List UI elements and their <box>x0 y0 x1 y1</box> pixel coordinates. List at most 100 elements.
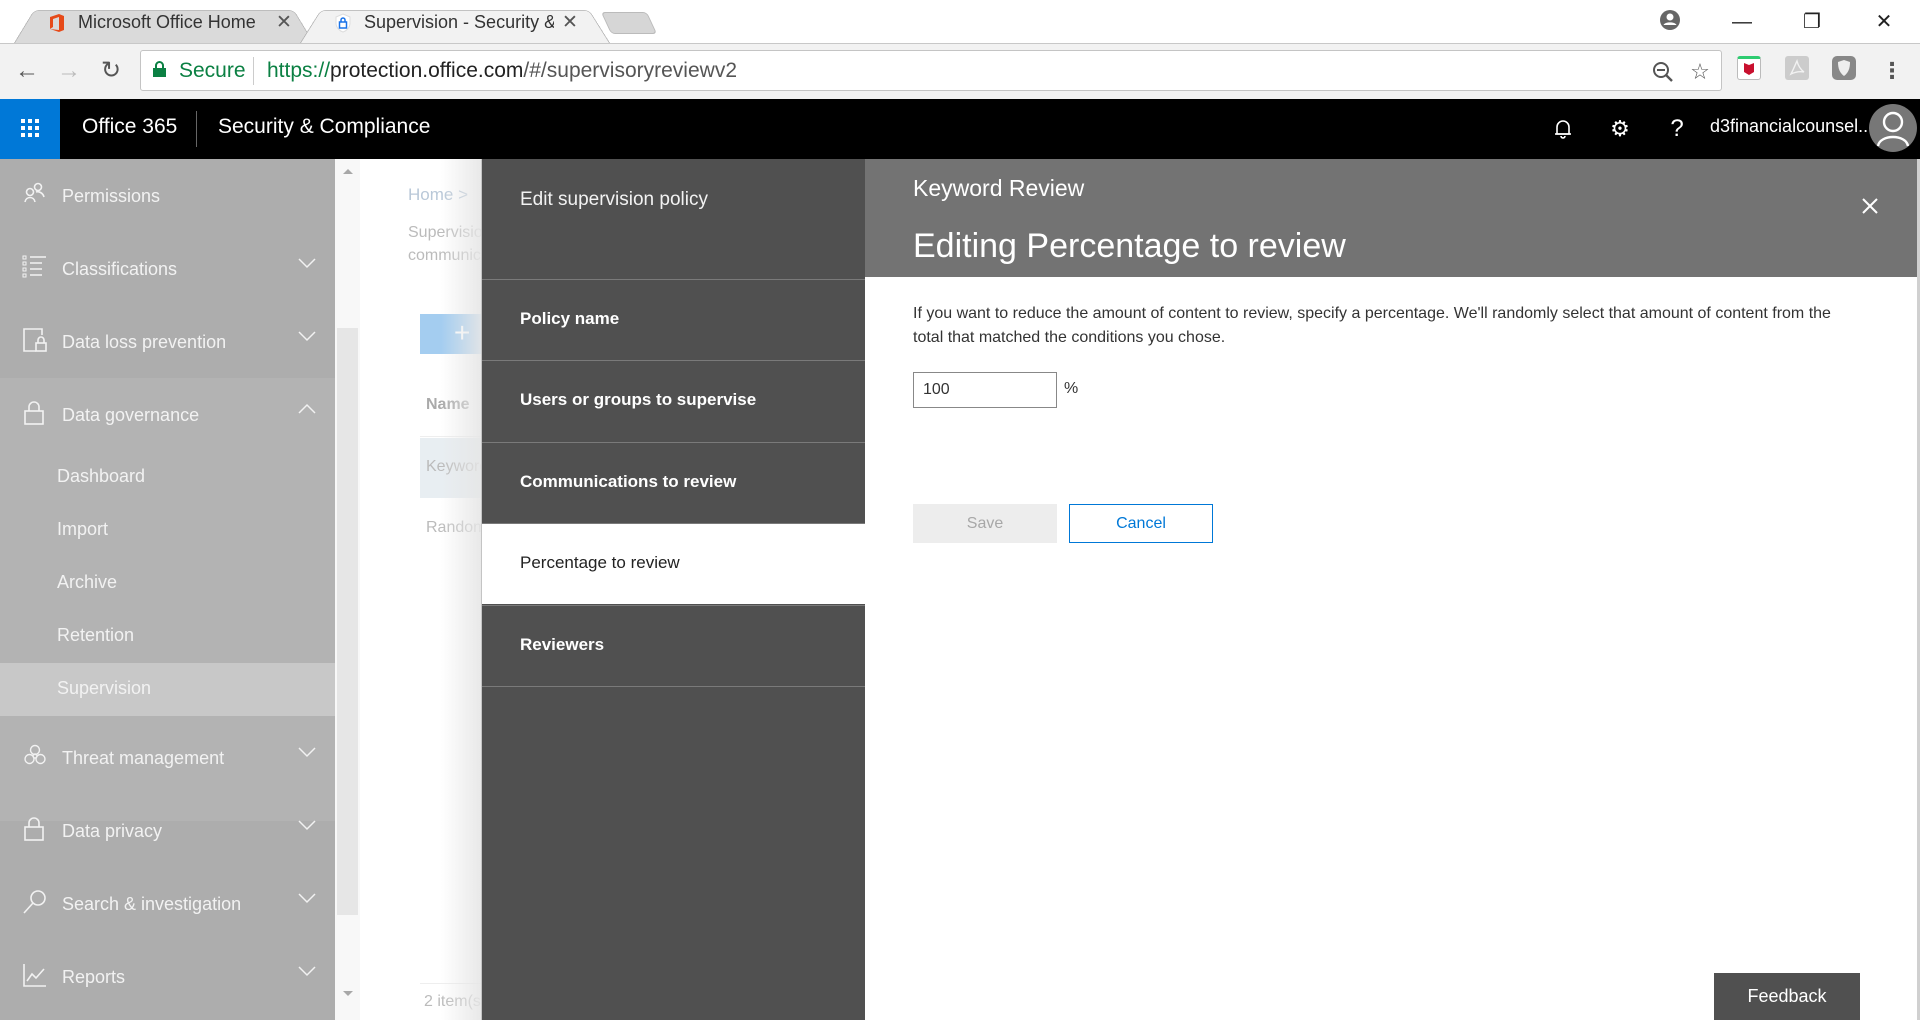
step-users-or-groups[interactable]: Users or groups to supervise <box>482 360 865 441</box>
secure-label: Secure <box>179 59 246 82</box>
chevron-down-icon <box>298 893 316 904</box>
biohazard-icon <box>24 744 46 765</box>
url-path: /#/supervisoryreviewv2 <box>523 59 738 82</box>
tab-title: Microsoft Office Home <box>78 12 256 32</box>
step-reviewers[interactable]: Reviewers <box>482 605 865 686</box>
mcafee-extension-icon[interactable] <box>1737 56 1761 80</box>
chevron-down-icon <box>298 331 316 342</box>
steps-divider <box>482 686 865 687</box>
forward-icon[interactable]: → <box>52 54 86 88</box>
address-bar[interactable]: Secure https://protection.office.com/#/s… <box>140 50 1722 91</box>
shield-extension-icon[interactable] <box>1832 56 1856 80</box>
step-percentage-to-review[interactable]: Percentage to review <box>482 523 865 604</box>
nav-label: Data privacy <box>62 821 163 841</box>
gear-icon: ⚙ <box>1610 116 1630 141</box>
panel-nav-title: Edit supervision policy <box>520 189 708 210</box>
nav-item-permissions[interactable]: Permissions <box>0 159 335 232</box>
nav-item-search-investigation[interactable]: Search & investigation <box>0 867 335 940</box>
new-tab-button[interactable] <box>600 12 658 34</box>
supervision-page-background: Home > Supervision communications + Name… <box>360 159 481 1020</box>
nav-subitem-supervision[interactable]: Supervision <box>0 663 335 716</box>
nav-subitem-dashboard[interactable]: Dashboard <box>0 451 335 504</box>
nav-item-reports[interactable]: Reports <box>0 940 335 1013</box>
restore-icon[interactable]: ❐ <box>1792 6 1832 38</box>
avatar[interactable] <box>1869 104 1917 152</box>
reload-icon[interactable]: ↻ <box>94 54 128 88</box>
nav-item-data-loss-prevention[interactable]: Data loss prevention <box>0 305 335 378</box>
nav-subitem-archive[interactable]: Archive <box>0 557 335 610</box>
step-label: Policy name <box>520 309 620 328</box>
nav-label: Search & investigation <box>62 894 242 914</box>
nav-subitem-import[interactable]: Import <box>0 504 335 557</box>
url-host: protection.office.com <box>330 59 524 82</box>
nav-subitem-retention[interactable]: Retention <box>0 610 335 663</box>
nav-sublabel: Retention <box>57 625 135 645</box>
nav-item-data-governance[interactable]: Data governance <box>0 378 335 451</box>
document-lock-icon <box>23 328 47 352</box>
list-icon <box>22 255 46 278</box>
step-label: Communications to review <box>520 472 737 491</box>
help-button[interactable]: ? <box>1657 111 1697 147</box>
nav-item-classifications[interactable]: Classifications <box>0 232 335 305</box>
nav-sublabel: Archive <box>57 572 118 592</box>
back-icon[interactable]: ← <box>10 54 44 88</box>
nav-label: Data governance <box>62 405 200 425</box>
panel-header: Keyword Review Editing Percentage to rev… <box>865 159 1917 277</box>
browser-tab-supervision[interactable]: Supervision - Security & Compliance ✕ <box>300 3 610 43</box>
chevron-down-icon <box>298 966 316 977</box>
office-logo-icon <box>50 14 64 32</box>
cancel-button[interactable]: Cancel <box>1069 504 1213 543</box>
app-launcher-icon <box>21 119 39 137</box>
scrollbar-thumb[interactable] <box>337 328 358 915</box>
acrobat-extension-icon[interactable] <box>1785 56 1809 80</box>
save-button[interactable]: Save <box>913 504 1057 543</box>
chevron-down-icon <box>298 747 316 758</box>
nav-label: Classifications <box>62 259 178 279</box>
secure-lock-icon <box>153 61 166 77</box>
window-close-icon[interactable]: ✕ <box>1864 6 1904 38</box>
policy-name-heading: Keyword Review <box>913 175 1085 201</box>
menu-dots-icon[interactable]: ⋮ <box>1875 54 1909 88</box>
panel-shadow <box>441 159 481 1020</box>
suite-title-link[interactable]: Security & Compliance <box>218 115 430 139</box>
nav-item-threat-management[interactable]: Threat management <box>0 721 335 794</box>
percent-sign: % <box>1064 380 1079 397</box>
tab-close-icon[interactable]: ✕ <box>276 11 292 34</box>
bookmark-star-icon[interactable]: ☆ <box>1685 57 1715 87</box>
help-icon: ? <box>1670 115 1684 142</box>
app-launcher-button[interactable] <box>0 99 60 159</box>
nav-item-data-privacy[interactable]: Data privacy <box>0 794 335 867</box>
step-communications-to-review[interactable]: Communications to review <box>482 442 865 523</box>
zoom-out-icon[interactable] <box>1648 57 1678 87</box>
minimize-icon[interactable]: — <box>1722 6 1762 38</box>
browser-tab-office-home[interactable]: Microsoft Office Home ✕ <box>14 3 314 43</box>
scroll-down-arrow-icon[interactable] <box>343 991 353 996</box>
office365-brand-link[interactable]: Office 365 <box>82 115 177 139</box>
edit-panel: Keyword Review Editing Percentage to rev… <box>865 159 1917 1020</box>
omnibox-divider <box>253 57 254 85</box>
percentage-input[interactable] <box>913 372 1057 408</box>
profile-icon[interactable] <box>1658 8 1682 32</box>
username-link[interactable]: d3financialcounsel... <box>1710 116 1873 137</box>
settings-button[interactable]: ⚙ <box>1600 111 1640 147</box>
browser-toolbar: ← → ↻ Secure https://protection.office.c… <box>0 43 1920 99</box>
nav-sublabel: Dashboard <box>57 466 146 486</box>
tab-close-icon[interactable]: ✕ <box>562 11 578 34</box>
url-text[interactable]: https://protection.office.com/#/supervis… <box>267 59 737 83</box>
nav-sublabel: Supervision <box>57 678 152 698</box>
feedback-button[interactable]: Feedback <box>1714 973 1860 1020</box>
step-policy-name[interactable]: Policy name <box>482 279 865 360</box>
scroll-up-arrow-icon[interactable] <box>343 169 353 174</box>
browser-tab-strip: Microsoft Office Home ✕ Supervision - Se… <box>0 0 1920 43</box>
lock-icon <box>24 401 44 425</box>
search-icon <box>23 890 46 914</box>
notifications-button[interactable] <box>1543 111 1583 147</box>
chart-icon <box>23 964 46 987</box>
close-icon[interactable] <box>1855 191 1885 221</box>
edit-policy-steps: Edit supervision policy Policy name User… <box>481 159 865 1020</box>
step-label: Reviewers <box>520 635 605 654</box>
step-label: Percentage to review <box>520 553 680 572</box>
permissions-icon <box>24 182 45 203</box>
nav-label: Permissions <box>62 186 161 206</box>
sidebar-scrollbar[interactable] <box>335 159 360 1020</box>
